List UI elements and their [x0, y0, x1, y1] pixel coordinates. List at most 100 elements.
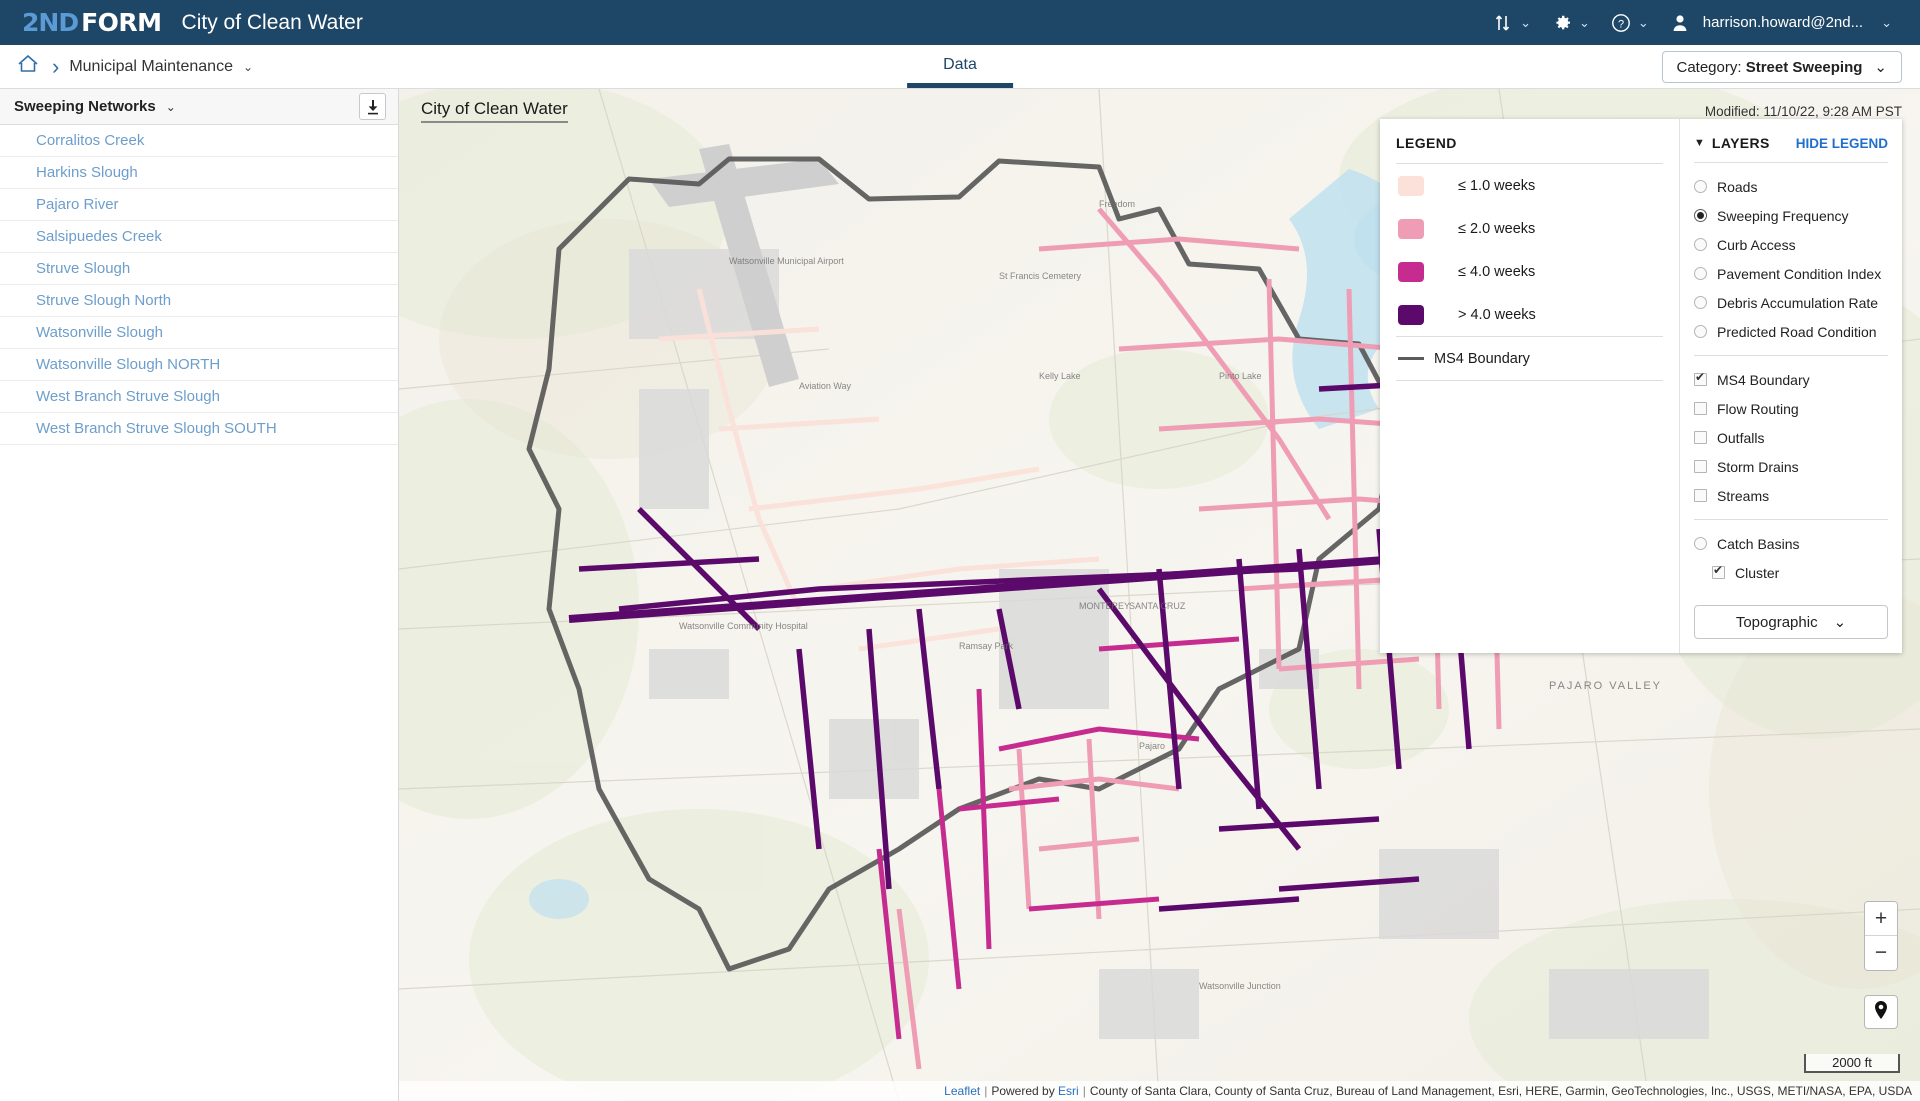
- hide-legend-button[interactable]: HIDE LEGEND: [1796, 136, 1888, 151]
- layer-cluster[interactable]: Cluster: [1694, 558, 1888, 587]
- layer-checkbox-group: MS4 Boundary Flow Routing Outfalls Storm Dr…: [1694, 365, 1888, 510]
- layer-checkbox[interactable]: [1694, 460, 1707, 473]
- list-item[interactable]: West Branch Struve Slough: [0, 381, 398, 413]
- app-logo[interactable]: 2ND FORM: [22, 8, 162, 37]
- basemap-caret-icon: ⌄: [1833, 614, 1847, 631]
- list-item[interactable]: Watsonville Slough NORTH: [0, 349, 398, 381]
- legend-color-swatch: [1398, 175, 1424, 196]
- top-navigation-bar: 2ND FORM City of Clean Water ⌄ ⌄ ? ⌄ harr…: [0, 0, 1920, 45]
- layer-radio[interactable]: [1694, 238, 1707, 251]
- layers-collapse-arrow-icon[interactable]: ▼: [1694, 137, 1705, 149]
- sort-arrows-icon: [1492, 12, 1514, 34]
- cluster-checkbox[interactable]: [1712, 563, 1725, 579]
- layer-checkbox[interactable]: [1694, 402, 1707, 415]
- list-item[interactable]: Struve Slough: [0, 253, 398, 285]
- layer-radio[interactable]: [1694, 267, 1707, 280]
- legend-color-swatch: [1398, 304, 1424, 325]
- layer-radio-row[interactable]: Roads: [1694, 172, 1888, 201]
- layer-radio[interactable]: [1694, 325, 1707, 338]
- gear-icon: [1551, 12, 1573, 34]
- svg-text:SANTA CRUZ: SANTA CRUZ: [1129, 601, 1186, 611]
- home-icon[interactable]: [16, 53, 40, 80]
- svg-text:Pajaro: Pajaro: [1139, 741, 1165, 751]
- layer-radio-row[interactable]: Predicted Road Condition: [1694, 317, 1888, 346]
- sweeping-networks-sidebar: Sweeping Networks ⌄ Corralitos Creek Hark…: [0, 89, 399, 1101]
- sidebar-caret-icon[interactable]: ⌄: [166, 100, 176, 114]
- layer-radio-row[interactable]: Curb Access: [1694, 230, 1888, 259]
- top-nav-actions: ⌄ ⌄ ? ⌄ harrison.howard@2nd... ⌄: [1482, 12, 1902, 34]
- breadcrumb-label[interactable]: Municipal Maintenance: [69, 58, 233, 76]
- layer-checkbox-row[interactable]: Flow Routing: [1694, 394, 1888, 423]
- layer-checkbox-row[interactable]: Outfalls: [1694, 423, 1888, 452]
- legend-color-swatch: [1398, 261, 1424, 282]
- zoom-controls: + −: [1864, 901, 1898, 971]
- layer-radio-row[interactable]: Pavement Condition Index: [1694, 259, 1888, 288]
- user-avatar-icon: [1669, 12, 1691, 34]
- layer-radio[interactable]: [1694, 209, 1707, 222]
- zoom-in-button[interactable]: +: [1865, 902, 1897, 936]
- map-title: City of Clean Water: [421, 99, 568, 123]
- layer-checkbox[interactable]: [1694, 431, 1707, 444]
- sort-menu[interactable]: ⌄: [1482, 12, 1541, 34]
- powered-by-label: Powered by: [991, 1084, 1055, 1098]
- layer-checkbox-row[interactable]: Streams: [1694, 481, 1888, 510]
- svg-text:Watsonville Community Hospital: Watsonville Community Hospital: [679, 621, 808, 631]
- list-item[interactable]: Corralitos Creek: [0, 125, 398, 157]
- basemap-selector[interactable]: Topographic ⌄: [1694, 605, 1888, 639]
- layer-checkbox-row[interactable]: MS4 Boundary: [1694, 365, 1888, 394]
- catch-basins-radio[interactable]: [1694, 537, 1707, 550]
- download-arrow-icon[interactable]: [359, 93, 386, 120]
- layer-radio-row[interactable]: Debris Accumulation Rate: [1694, 288, 1888, 317]
- map-modified-timestamp: Modified: 11/10/22, 9:28 AM PST: [1704, 104, 1902, 119]
- network-list: Corralitos Creek Harkins Slough Pajaro Riv…: [0, 125, 398, 445]
- layer-radio[interactable]: [1694, 180, 1707, 193]
- breadcrumb-caret-icon[interactable]: ⌄: [243, 60, 253, 74]
- zoom-out-button[interactable]: −: [1865, 936, 1897, 970]
- svg-text:Freedom: Freedom: [1099, 199, 1135, 209]
- user-menu[interactable]: harrison.howard@2nd... ⌄: [1659, 12, 1902, 34]
- layer-checkbox[interactable]: [1694, 370, 1707, 386]
- layer-radio-row[interactable]: Sweeping Frequency: [1694, 201, 1888, 230]
- locate-button[interactable]: [1864, 995, 1898, 1029]
- tab-data[interactable]: Data: [907, 46, 1013, 88]
- svg-text:Watsonville Municipal Airport: Watsonville Municipal Airport: [729, 256, 844, 266]
- layer-checkbox-label: MS4 Boundary: [1717, 371, 1810, 388]
- settings-menu-caret: ⌄: [1578, 14, 1590, 30]
- list-item[interactable]: Salsipuedes Creek: [0, 221, 398, 253]
- tab-bar: Data: [907, 46, 1013, 88]
- category-prefix-label: Category: Street Sweeping: [1676, 58, 1863, 76]
- category-selector[interactable]: Category: Street Sweeping ⌄: [1661, 51, 1902, 83]
- attrib-sep-2: |: [1082, 1084, 1086, 1098]
- list-item[interactable]: Pajaro River: [0, 189, 398, 221]
- sidebar-header: Sweeping Networks ⌄: [0, 89, 398, 125]
- svg-text:MONTEREY: MONTEREY: [1079, 601, 1130, 611]
- legend-entry: ≤ 4.0 weeks: [1396, 250, 1679, 293]
- legend-entry: ≤ 2.0 weeks: [1396, 207, 1679, 250]
- scale-bar: 2000 ft: [1804, 1054, 1900, 1073]
- breadcrumb-bar: › Municipal Maintenance ⌄ Data Category:…: [0, 45, 1920, 89]
- layer-checkbox-row[interactable]: Storm Drains: [1694, 452, 1888, 481]
- esri-link[interactable]: Esri: [1058, 1084, 1079, 1098]
- logo-primary-text: 2ND: [22, 8, 79, 37]
- layer-checkbox-label: Outfalls: [1717, 429, 1765, 446]
- list-item[interactable]: Harkins Slough: [0, 157, 398, 189]
- cluster-label: Cluster: [1735, 564, 1780, 581]
- layer-checkbox-label: Flow Routing: [1717, 400, 1799, 417]
- help-menu-caret: ⌄: [1637, 14, 1649, 30]
- main-content: Sweeping Networks ⌄ Corralitos Creek Hark…: [0, 89, 1920, 1101]
- svg-text:Watsonville Junction: Watsonville Junction: [1199, 981, 1281, 991]
- legend-entry-label: > 4.0 weeks: [1458, 306, 1536, 323]
- user-menu-caret: ⌄: [1881, 14, 1892, 30]
- layer-radio[interactable]: [1694, 296, 1707, 309]
- logo-secondary-text: FORM: [81, 8, 162, 37]
- leaflet-link[interactable]: Leaflet: [944, 1084, 980, 1098]
- list-item[interactable]: West Branch Struve Slough SOUTH: [0, 413, 398, 445]
- settings-menu[interactable]: ⌄: [1541, 12, 1600, 34]
- layer-checkbox[interactable]: [1694, 489, 1707, 502]
- layer-catch-basins[interactable]: Catch Basins: [1694, 529, 1888, 558]
- help-menu[interactable]: ? ⌄: [1600, 12, 1659, 34]
- list-item[interactable]: Struve Slough North: [0, 285, 398, 317]
- map-view[interactable]: Watsonville Municipal Airport Aviation W…: [399, 89, 1920, 1101]
- svg-text:St Francis Cemetery: St Francis Cemetery: [999, 271, 1082, 281]
- list-item[interactable]: Watsonville Slough: [0, 317, 398, 349]
